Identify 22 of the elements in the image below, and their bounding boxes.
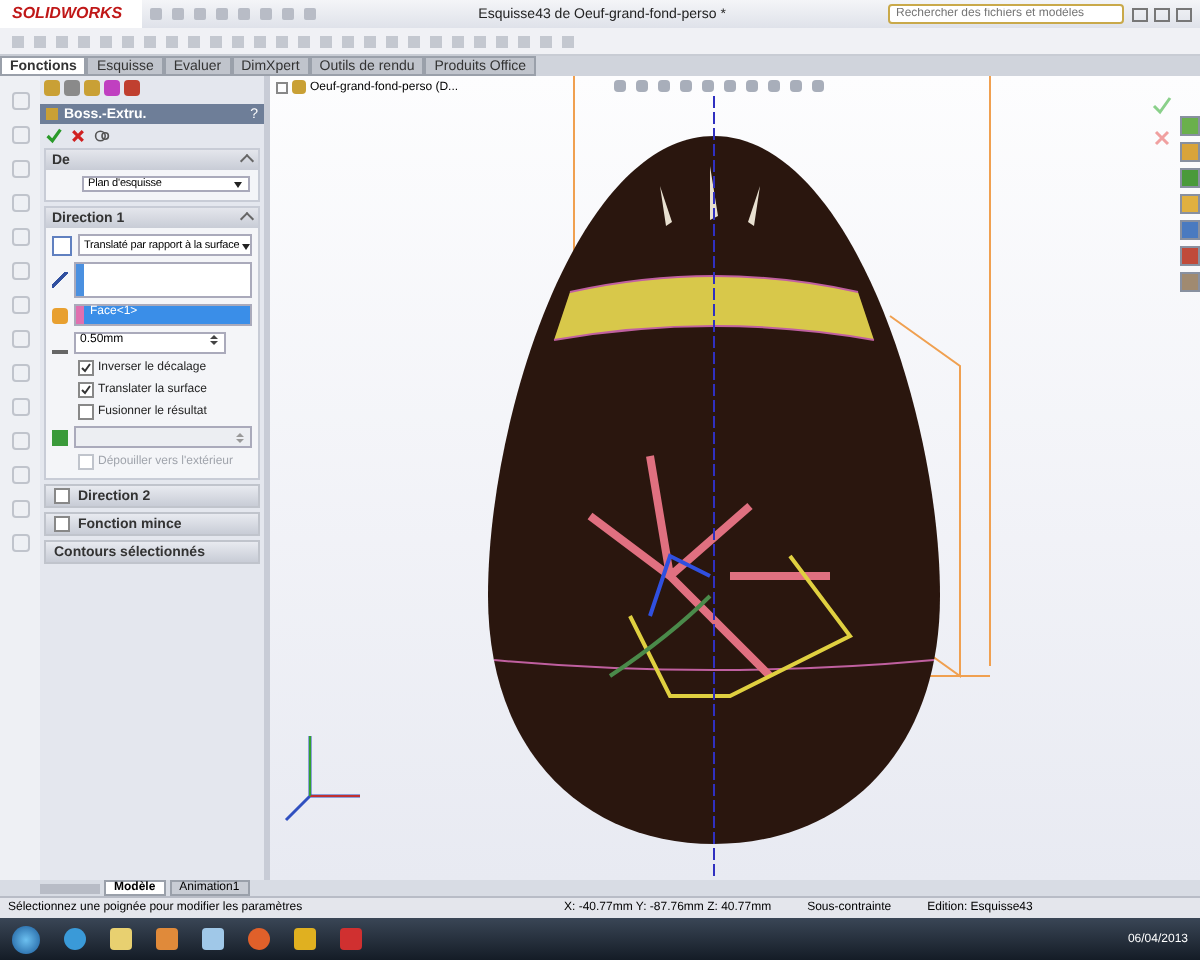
spinner-arrows-icon <box>234 431 246 443</box>
start-button[interactable] <box>12 925 40 953</box>
expand-icon[interactable] <box>276 81 288 93</box>
extrude-icon <box>46 108 58 120</box>
app-icon[interactable] <box>294 928 316 950</box>
spinner-arrows-icon[interactable] <box>208 334 220 346</box>
selection-box[interactable] <box>74 262 252 298</box>
app-icon[interactable] <box>340 928 362 950</box>
dropdown-arrow-icon <box>232 178 244 190</box>
dropdown-arrow-icon <box>239 239 252 251</box>
reverse-direction-icon[interactable] <box>52 235 72 255</box>
tab-scroll-icon[interactable] <box>40 883 100 893</box>
ok-icon[interactable] <box>46 128 62 144</box>
cube-icon <box>52 429 68 445</box>
preview-icon[interactable] <box>94 128 110 144</box>
part-icon <box>292 80 306 94</box>
app-logo: SOLIDWORKS <box>0 0 143 28</box>
cancel-icon[interactable] <box>1152 128 1172 148</box>
face-icon <box>52 307 68 323</box>
cancel-icon[interactable] <box>70 128 86 144</box>
coordinate-triad-icon <box>284 734 362 822</box>
confirm-icon[interactable] <box>1152 96 1172 116</box>
